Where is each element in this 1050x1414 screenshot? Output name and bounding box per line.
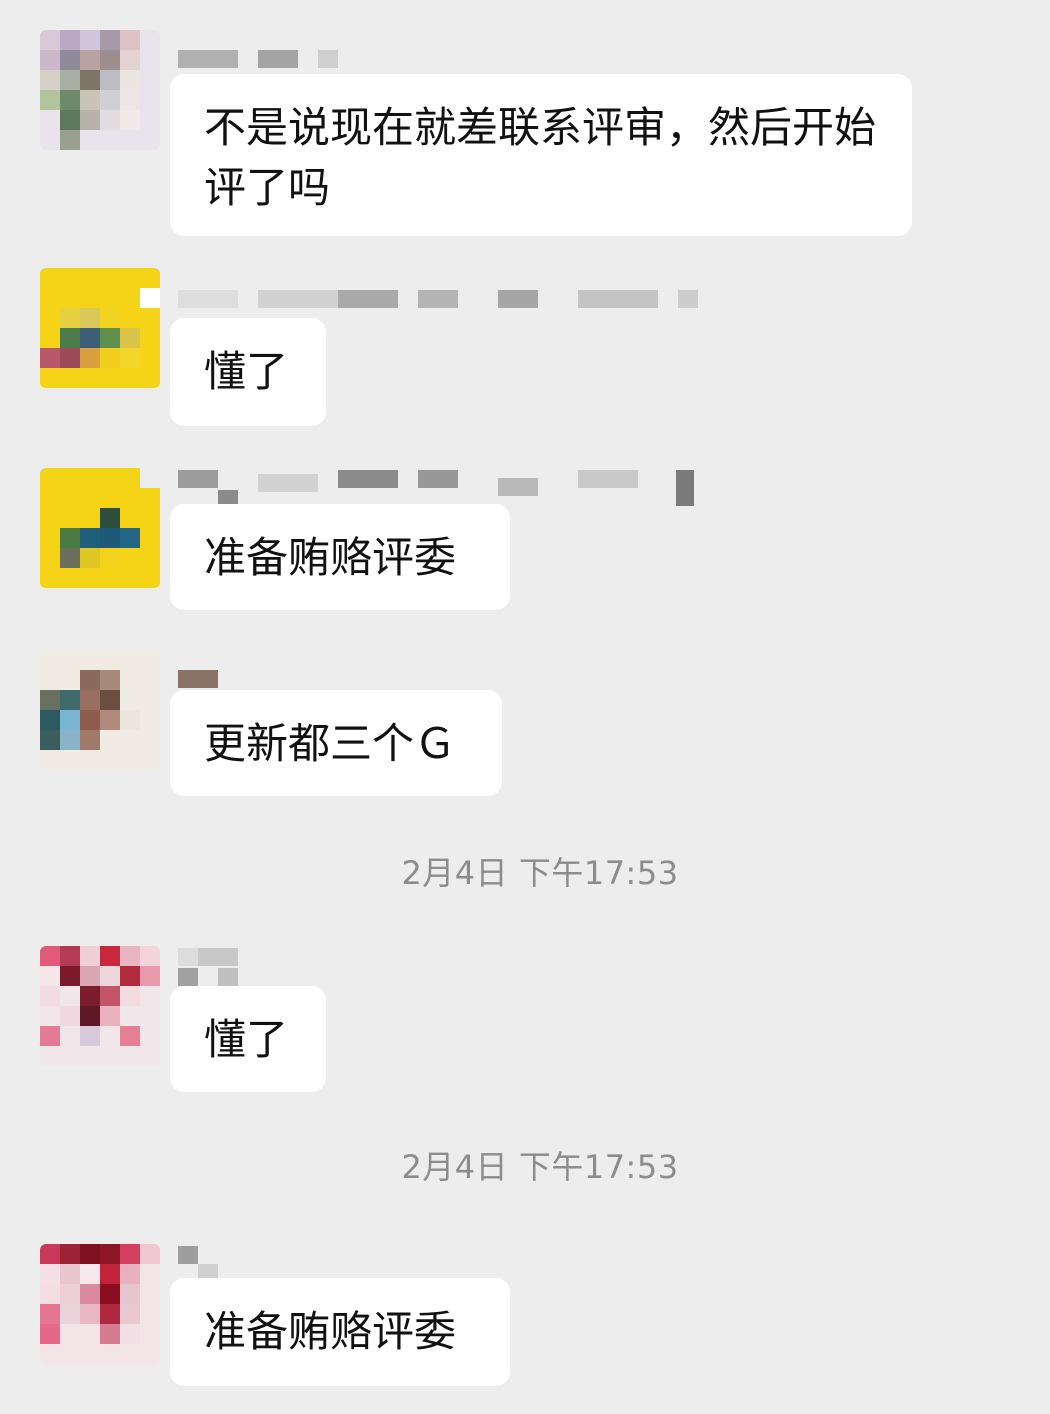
avatar[interactable] — [40, 468, 160, 588]
avatar[interactable] — [40, 268, 160, 388]
chat-thread: 不是说现在就差联系评审，然后开始评了吗 懂了 准备贿赂评委 更新都三个Ｇ 2月4… — [0, 0, 1050, 1414]
message-bubble[interactable]: 不是说现在就差联系评审，然后开始评了吗 — [170, 74, 912, 236]
avatar[interactable] — [40, 30, 160, 150]
timestamp: 2月4日 下午17:53 — [401, 1148, 679, 1186]
message-bubble[interactable]: 更新都三个Ｇ — [170, 690, 502, 796]
avatar[interactable] — [40, 946, 160, 1066]
message-bubble[interactable]: 准备贿赂评委 — [170, 1278, 510, 1386]
message-bubble[interactable]: 准备贿赂评委 — [170, 504, 510, 610]
message-bubble[interactable]: 懂了 — [170, 986, 326, 1092]
timestamp: 2月4日 下午17:53 — [401, 854, 679, 892]
avatar[interactable] — [40, 1244, 160, 1364]
message-bubble[interactable]: 懂了 — [170, 318, 326, 426]
avatar[interactable] — [40, 650, 160, 770]
